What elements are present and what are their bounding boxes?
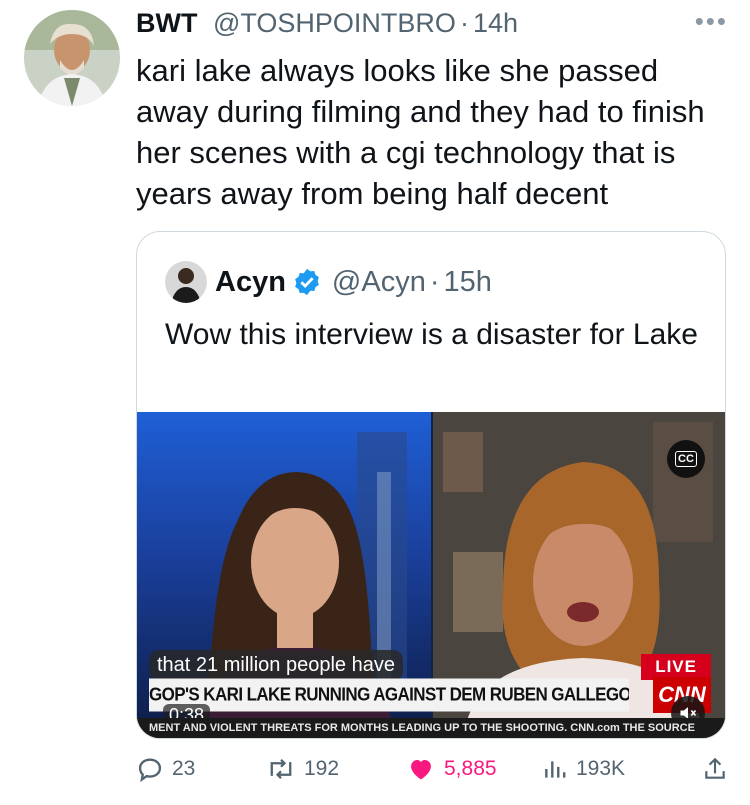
retweet-count: 192 — [304, 757, 340, 780]
quoted-tweet-header: Acyn @Acyn · 15h — [165, 261, 492, 303]
cc-icon[interactable]: CC — [667, 440, 705, 478]
tweet-actions: 23 192 5,885 193K — [136, 755, 736, 795]
reply-count: 23 — [172, 757, 196, 780]
retweet-icon — [270, 758, 292, 780]
news-chyron: GOP'S KARI LAKE RUNNING AGAINST DEM RUBE… — [149, 678, 629, 712]
tweet-header: BWT @TOSHPOINTBRO · 14h — [136, 8, 518, 39]
cc-label: CC — [675, 451, 697, 467]
quoted-author-name[interactable]: Acyn — [215, 266, 286, 299]
like-button[interactable]: 5,885 — [406, 755, 497, 783]
video-caption: that 21 million people have — [149, 650, 403, 681]
quoted-author-handle[interactable]: @Acyn — [332, 266, 426, 299]
meta-separator: · — [459, 8, 469, 38]
view-count: 193K — [576, 757, 626, 780]
retweet-button[interactable]: 192 — [266, 755, 339, 783]
views-button[interactable]: 193K — [542, 755, 625, 783]
heart-icon — [411, 760, 431, 780]
video-player[interactable]: CC that 21 million people have LIVE GOP'… — [137, 412, 725, 738]
news-ticker: MENT AND VIOLENT THREATS FOR MONTHS LEAD… — [137, 718, 725, 738]
quoted-meta-separator: · — [429, 265, 440, 298]
tweet-text: kari lake always looks like she passed a… — [136, 53, 705, 211]
quoted-tweet-time[interactable]: 15h — [444, 266, 492, 299]
reply-icon — [138, 758, 162, 783]
reply-button[interactable]: 23 — [136, 755, 195, 783]
share-icon — [705, 757, 725, 779]
verified-icon — [295, 268, 319, 296]
quoted-author-avatar[interactable] — [165, 261, 207, 303]
quoted-tweet-text: Wow this interview is a disaster for Lak… — [165, 318, 698, 351]
more-icon[interactable]: ••• — [695, 6, 728, 37]
share-button[interactable] — [702, 755, 736, 783]
views-icon — [545, 761, 566, 778]
author-name[interactable]: BWT — [136, 8, 197, 38]
like-count: 5,885 — [444, 757, 497, 780]
author-handle[interactable]: @TOSHPOINTBRO — [213, 8, 456, 38]
tweet-time[interactable]: 14h — [473, 8, 518, 38]
quoted-tweet[interactable]: Acyn @Acyn · 15h Wow this interview is a d… — [136, 231, 726, 739]
author-avatar[interactable] — [24, 10, 120, 106]
